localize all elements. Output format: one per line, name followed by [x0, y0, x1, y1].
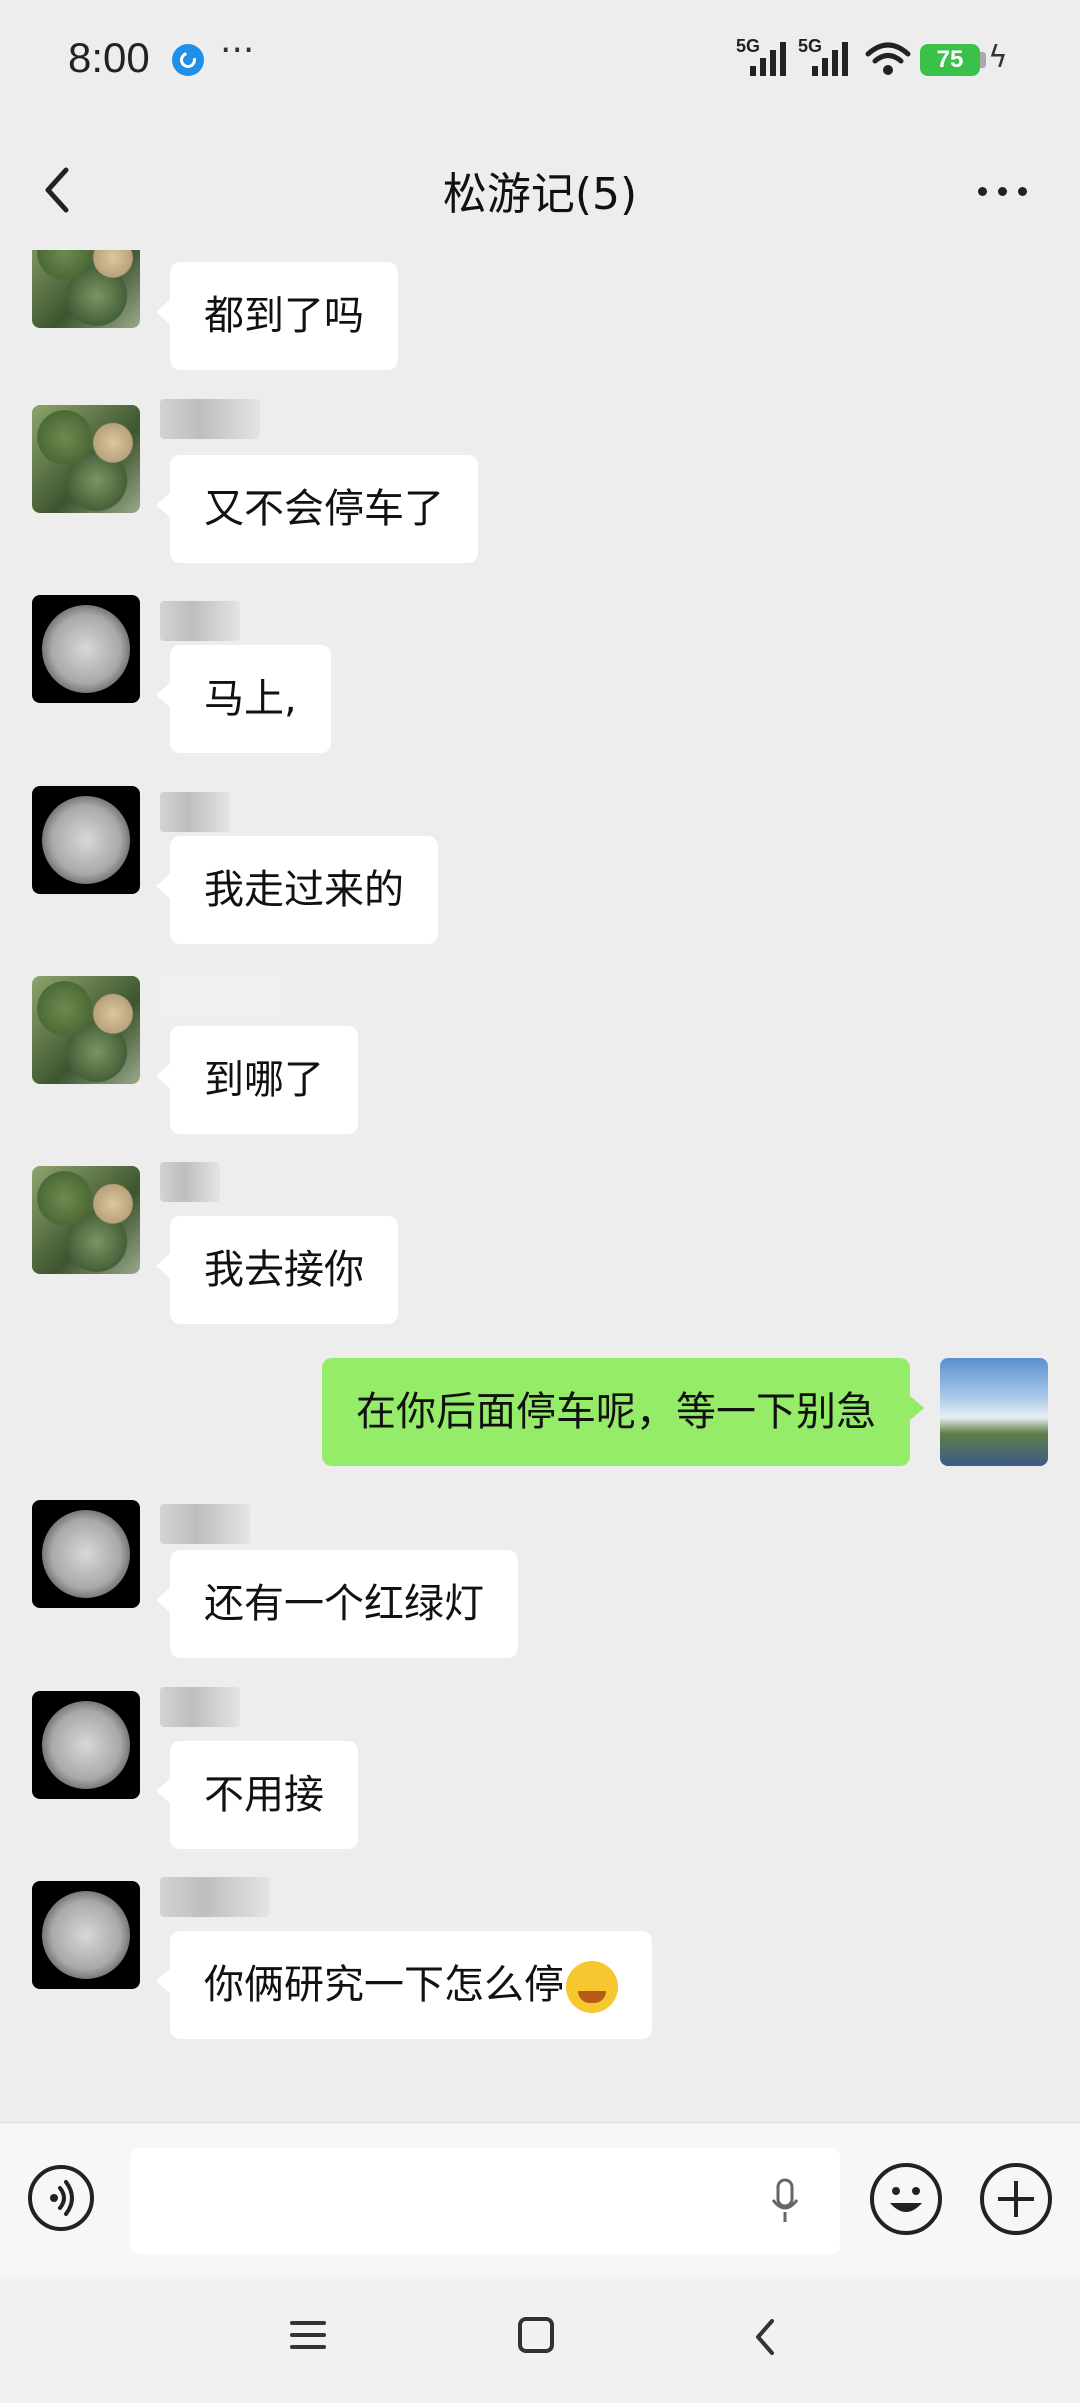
crying-laughing-emoji-icon — [566, 1961, 618, 2013]
message-bubble[interactable]: 马上, — [156, 645, 331, 753]
message-text: 你俩研究一下怎么停 — [204, 1962, 564, 2008]
battery-cap — [980, 52, 986, 68]
message-bubble[interactable]: 不用接 — [156, 1741, 358, 1849]
more-icon[interactable] — [972, 180, 1032, 200]
message-list[interactable]: 都到了吗 又不会停车了 马上, 我走过来的 到哪了 我去接你 在你后面停车呢，等… — [0, 250, 1080, 2122]
network-type-label-1: 5G — [736, 36, 761, 56]
message-input[interactable] — [130, 2148, 840, 2254]
sender-name-blurred — [160, 976, 280, 1016]
plus-icon[interactable] — [980, 2163, 1052, 2235]
signal-strength-icon-1: 5G — [736, 36, 786, 76]
message-bubble[interactable]: 我去接你 — [156, 1216, 398, 1324]
my-avatar[interactable] — [940, 1358, 1048, 1466]
message-bubble[interactable]: 还有一个红绿灯 — [156, 1550, 518, 1658]
charging-icon: ϟ — [988, 40, 1008, 75]
sender-name-blurred — [160, 1162, 220, 1202]
message-bubble-mine[interactable]: 在你后面停车呢，等一下别急 — [322, 1358, 924, 1466]
home-icon[interactable] — [518, 2317, 554, 2353]
message-bubble[interactable]: 到哪了 — [156, 1026, 358, 1134]
status-bar: 8:00 ··· 5G 5G 75 ϟ — [0, 0, 1080, 120]
chat-header: 松游记(5) — [0, 120, 1080, 250]
system-back-icon[interactable] — [748, 2317, 784, 2357]
avatar[interactable] — [32, 1166, 140, 1274]
message-bubble[interactable]: 都到了吗 — [156, 262, 398, 370]
message-bubble[interactable]: 你俩研究一下怎么停 — [156, 1931, 652, 2039]
sender-name-blurred — [160, 399, 260, 439]
voice-wave-icon — [50, 2180, 74, 2216]
more-notifications-indicator: ··· — [220, 30, 255, 71]
network-type-label-2: 5G — [798, 36, 823, 56]
recent-apps-icon[interactable] — [290, 2317, 326, 2353]
system-navigation-bar — [0, 2277, 1080, 2403]
avatar[interactable] — [32, 1881, 140, 1989]
avatar[interactable] — [32, 976, 140, 1084]
input-bar — [0, 2122, 1080, 2278]
sender-name-blurred — [160, 1504, 250, 1544]
sender-name-blurred — [160, 1687, 240, 1727]
avatar[interactable] — [32, 405, 140, 513]
avatar[interactable] — [32, 1691, 140, 1799]
emoji-icon[interactable] — [870, 2163, 942, 2235]
app-notification-icon — [172, 44, 204, 76]
sender-name-blurred — [160, 601, 240, 641]
wifi-icon — [865, 42, 911, 75]
avatar[interactable] — [32, 250, 140, 328]
battery-icon: 75 — [920, 44, 980, 76]
avatar[interactable] — [32, 595, 140, 703]
status-time: 8:00 — [68, 34, 150, 81]
sender-name-blurred — [160, 792, 230, 832]
smiley-face-icon — [890, 2187, 922, 2212]
message-bubble[interactable]: 又不会停车了 — [156, 455, 478, 563]
voice-icon[interactable] — [28, 2165, 94, 2231]
sender-name-blurred — [160, 1877, 270, 1917]
microphone-icon[interactable] — [770, 2178, 800, 2226]
chat-title: 松游记(5) — [442, 169, 638, 220]
message-bubble[interactable]: 我走过来的 — [156, 836, 438, 944]
signal-strength-icon-2: 5G — [798, 36, 848, 76]
avatar[interactable] — [32, 1500, 140, 1608]
avatar[interactable] — [32, 786, 140, 894]
